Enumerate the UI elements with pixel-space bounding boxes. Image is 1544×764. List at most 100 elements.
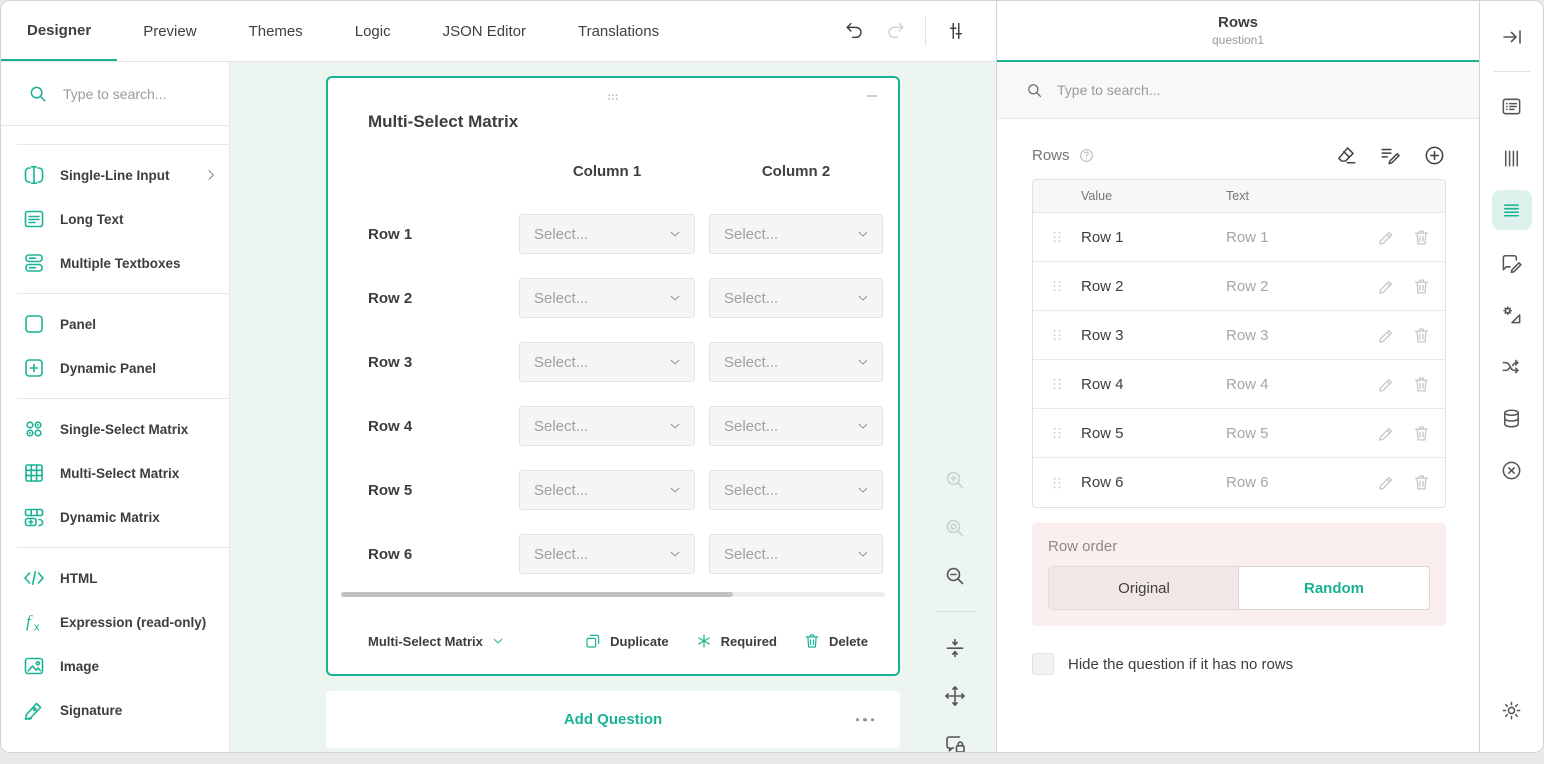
drag-handle-icon[interactable] (1033, 227, 1081, 247)
matrix-select-dropdown[interactable]: Select... (709, 534, 883, 574)
matrix-select-dropdown[interactable]: Select... (709, 342, 883, 382)
edit-pencil-icon[interactable] (1377, 277, 1396, 296)
row-order-random-button[interactable]: Random (1238, 566, 1430, 610)
drag-handle-icon[interactable] (1033, 374, 1081, 394)
matrix-select-dropdown[interactable]: Select... (709, 406, 883, 446)
question-title[interactable]: Multi-Select Matrix (368, 112, 898, 132)
drag-handle-icon[interactable] (602, 86, 624, 108)
row-text[interactable]: Row 4 (1226, 376, 1377, 393)
matrix-select-dropdown[interactable]: Select... (519, 406, 695, 446)
row-value[interactable]: Row 2 (1081, 278, 1226, 295)
duplicate-button[interactable]: Duplicate (584, 632, 669, 650)
row-text[interactable]: Row 1 (1226, 229, 1377, 246)
edit-pencil-icon[interactable] (1377, 424, 1396, 443)
toolbox-item-multi-select-matrix[interactable]: Multi-Select Matrix (1, 451, 229, 495)
clear-icon[interactable] (1334, 143, 1358, 167)
tab-logic[interactable]: Logic (329, 1, 417, 61)
toolbox-item-html[interactable]: HTML (1, 556, 229, 600)
matrix-select-dropdown[interactable]: Select... (519, 278, 695, 318)
row-text[interactable]: Row 6 (1226, 474, 1377, 491)
question-card[interactable]: Multi-Select Matrix Column 1 Column 2 Ro… (326, 76, 900, 676)
collapse-panel-icon[interactable] (1492, 17, 1532, 57)
toolbox-item-image[interactable]: Image (1, 644, 229, 688)
tab-translations[interactable]: Translations (552, 1, 685, 61)
trash-icon[interactable] (1412, 424, 1431, 443)
settings-sliders-icon[interactable] (936, 11, 976, 51)
edit-pencil-icon[interactable] (1377, 473, 1396, 492)
toolbox-item-dynamic-matrix[interactable]: Dynamic Matrix (1, 495, 229, 539)
matrix-select-dropdown[interactable]: Select... (519, 470, 695, 510)
toolbox-item-panel[interactable]: Panel (1, 302, 229, 346)
validation-icon[interactable] (1492, 450, 1532, 490)
general-icon[interactable] (1492, 86, 1532, 126)
tab-designer[interactable]: Designer (1, 1, 117, 61)
add-question-menu-dots-icon[interactable] (856, 718, 875, 722)
hide-question-checkbox[interactable] (1032, 653, 1054, 675)
trash-icon[interactable] (1412, 473, 1431, 492)
trash-icon[interactable] (1412, 326, 1431, 345)
required-button[interactable]: Required (695, 632, 777, 650)
toolbox-item-dynamic-panel[interactable]: Dynamic Panel (1, 346, 229, 390)
row-order-original-button[interactable]: Original (1049, 567, 1239, 609)
edit-pencil-icon[interactable] (1377, 228, 1396, 247)
row-value[interactable]: Row 3 (1081, 327, 1226, 344)
toolbox-item-long-text[interactable]: Long Text (1, 197, 229, 241)
tab-preview[interactable]: Preview (117, 1, 222, 61)
matrix-select-dropdown[interactable]: Select... (519, 214, 695, 254)
rows-icon[interactable] (1492, 190, 1532, 230)
drag-handle-icon[interactable] (1033, 276, 1081, 296)
zoom-out-icon[interactable] (943, 563, 968, 588)
matrix-select-dropdown[interactable]: Select... (519, 342, 695, 382)
edit-pencil-icon[interactable] (1377, 375, 1396, 394)
row-value[interactable]: Row 5 (1081, 425, 1226, 442)
drag-handle-icon[interactable] (1033, 423, 1081, 443)
matrix-select-dropdown[interactable]: Select... (709, 214, 883, 254)
layout-icon[interactable] (1492, 294, 1532, 334)
lock-questions-icon[interactable] (943, 731, 968, 753)
add-question-button[interactable]: Add Question (326, 691, 900, 748)
edit-pencil-icon[interactable] (1377, 326, 1396, 345)
cells-icon[interactable] (1492, 242, 1532, 282)
trash-icon[interactable] (1412, 228, 1431, 247)
collapse-question-icon[interactable] (860, 84, 884, 108)
toolbox-item-single-select-matrix[interactable]: Single-Select Matrix (1, 407, 229, 451)
row-text[interactable]: Row 5 (1226, 425, 1377, 442)
columns-icon[interactable] (1492, 138, 1532, 178)
zoom-actual-icon[interactable] (943, 515, 968, 540)
pan-icon[interactable] (943, 683, 968, 708)
question-type-selector[interactable]: Multi-Select Matrix (368, 634, 505, 649)
matrix-select-dropdown[interactable]: Select... (519, 534, 695, 574)
add-icon[interactable] (1422, 143, 1446, 167)
toolbox-item-expression[interactable]: fx Expression (read-only) (1, 600, 229, 644)
matrix-select-dropdown[interactable]: Select... (709, 470, 883, 510)
row-text[interactable]: Row 3 (1226, 327, 1377, 344)
help-icon[interactable] (1078, 147, 1095, 164)
toolbox-item-single-line-input[interactable]: Single-Line Input (1, 153, 229, 197)
drag-handle-icon[interactable] (1033, 473, 1081, 493)
data-icon[interactable] (1492, 398, 1532, 438)
tab-json-editor[interactable]: JSON Editor (417, 1, 552, 61)
trash-icon[interactable] (1412, 375, 1431, 394)
scrollbar-thumb[interactable] (341, 592, 733, 597)
undo-icon[interactable] (835, 11, 875, 51)
edit-in-text-icon[interactable] (1378, 143, 1402, 167)
toolbox-item-signature[interactable]: Signature (1, 688, 229, 732)
drag-handle-icon[interactable] (1033, 325, 1081, 345)
settings-gear-icon[interactable] (1492, 690, 1532, 730)
row-text[interactable]: Row 2 (1226, 278, 1377, 295)
property-search[interactable]: Type to search... (997, 62, 1479, 119)
row-value[interactable]: Row 6 (1081, 474, 1226, 491)
trash-icon[interactable] (1412, 277, 1431, 296)
zoom-in-icon[interactable] (943, 467, 968, 492)
matrix-select-dropdown[interactable]: Select... (709, 278, 883, 318)
redo-icon[interactable] (875, 11, 915, 51)
toolbox-item-multiple-textboxes[interactable]: Multiple Textboxes (1, 241, 229, 285)
logic-icon[interactable] (1492, 346, 1532, 386)
chevron-right-icon[interactable] (203, 167, 219, 183)
fit-page-icon[interactable] (943, 635, 968, 660)
toolbox-search[interactable]: Type to search... (1, 62, 229, 126)
tab-themes[interactable]: Themes (223, 1, 329, 61)
row-value[interactable]: Row 4 (1081, 376, 1226, 393)
horizontal-scrollbar[interactable] (341, 592, 885, 597)
row-value[interactable]: Row 1 (1081, 229, 1226, 246)
